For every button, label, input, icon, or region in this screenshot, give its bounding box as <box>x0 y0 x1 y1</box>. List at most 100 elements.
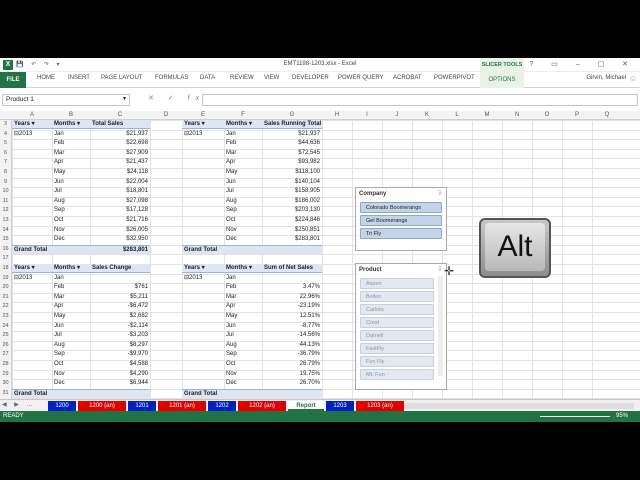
pivot-value[interactable]: $761 <box>90 283 150 292</box>
pivot-header[interactable]: Months ▾ <box>224 120 262 129</box>
pivot-month[interactable]: Feb <box>52 139 90 148</box>
column-header[interactable]: K <box>412 112 442 118</box>
pivot-header[interactable]: Sum of Net Sales <box>262 264 322 273</box>
slicer-item[interactable]: Mt. Fun <box>360 369 434 380</box>
slicer-item[interactable]: Fun Fly <box>360 356 434 367</box>
pivot-header[interactable]: Months ▾ <box>52 120 90 129</box>
pivot-month[interactable]: Apr <box>52 302 90 311</box>
pivot-value[interactable]: 22.96% <box>262 293 322 302</box>
pivot-value[interactable]: $283,801 <box>262 235 322 244</box>
row-header[interactable]: 9 <box>0 179 11 185</box>
row-header[interactable]: 8 <box>0 169 11 175</box>
slicer-item[interactable]: Aspen <box>360 278 434 289</box>
column-header[interactable]: E <box>182 112 224 118</box>
pivot-grand-total[interactable]: Grand Total <box>182 388 322 398</box>
name-box[interactable]: Product 1 ▾ <box>2 94 130 106</box>
pivot-value[interactable]: -14.56% <box>262 331 322 340</box>
sheet-tab[interactable]: 1201 (an) <box>158 401 206 411</box>
row-header[interactable]: 31 <box>0 390 11 396</box>
pivot-month[interactable]: Nov <box>52 226 90 235</box>
tab-formulas[interactable]: FORMULAS <box>155 75 188 81</box>
pivot-year[interactable]: ⊟2013 <box>182 130 224 139</box>
pivot-month[interactable]: Jan <box>52 130 90 139</box>
slicer-item[interactable]: Colorado Boomerangs <box>360 202 442 213</box>
pivot-value[interactable]: 12.51% <box>262 312 322 321</box>
pivot-value[interactable]: $21,937 <box>262 130 322 139</box>
chevron-down-icon[interactable]: ▾ <box>123 95 126 102</box>
pivot-month[interactable]: Jan <box>52 274 90 283</box>
slicer-item[interactable]: Crest <box>360 317 434 328</box>
tab-file[interactable]: FILE <box>0 72 26 88</box>
pivot-month[interactable]: Jun <box>52 322 90 331</box>
pivot-header[interactable]: Months ▾ <box>224 264 262 273</box>
pivot-month[interactable]: May <box>224 168 262 177</box>
column-header[interactable]: O <box>532 112 562 118</box>
pivot-value[interactable]: $224,846 <box>262 216 322 225</box>
pivot-month[interactable]: Feb <box>52 283 90 292</box>
slicer-item[interactable]: Gel Boomerangs <box>360 215 442 226</box>
pivot-value[interactable]: $6,944 <box>90 379 150 388</box>
row-header[interactable]: 26 <box>0 342 11 348</box>
row-header[interactable]: 18 <box>0 265 11 271</box>
tab-developer[interactable]: DEVELOPER <box>292 75 329 81</box>
pivot-month[interactable]: Jan <box>224 130 262 139</box>
pivot-month[interactable]: Mar <box>224 293 262 302</box>
pivot-month[interactable]: Jul <box>52 331 90 340</box>
sheet-tab[interactable]: 1200 <box>48 401 76 411</box>
row-header[interactable]: 29 <box>0 371 11 377</box>
pivot-value[interactable]: $26,005 <box>90 226 150 235</box>
tab-options[interactable]: OPTIONS <box>480 72 524 88</box>
formula-buttons[interactable]: ✕ ✓ fx <box>148 94 205 102</box>
pivot-month[interactable]: Jun <box>52 178 90 187</box>
sheet-tab[interactable]: 1202 <box>208 401 236 411</box>
pivot-month[interactable]: Jun <box>224 322 262 331</box>
sheet-tab[interactable]: 1202 (an) <box>238 401 286 411</box>
row-header[interactable]: 15 <box>0 236 11 242</box>
slicer-company[interactable]: Company ⊽ Colorado Boomerangs Gel Boomer… <box>355 187 447 251</box>
pivot-month[interactable]: Nov <box>224 370 262 379</box>
pivot-header[interactable]: Years ▾ <box>182 120 224 129</box>
pivot-month[interactable]: Feb <box>224 139 262 148</box>
pivot-value[interactable]: -8.77% <box>262 322 322 331</box>
tab-acrobat[interactable]: ACROBAT <box>393 75 422 81</box>
pivot-value[interactable]: $17,128 <box>90 206 150 215</box>
pivot-value[interactable]: $21,437 <box>90 158 150 167</box>
pivot-month[interactable]: Jun <box>224 178 262 187</box>
slicer-item[interactable]: FastFly <box>360 343 434 354</box>
pivot-header[interactable]: Years ▾ <box>12 264 52 273</box>
pivot-header[interactable]: Total Sales <box>90 120 150 129</box>
horizontal-scrollbar[interactable] <box>364 403 634 409</box>
pivot-header[interactable]: Sales Running Total <box>262 120 322 129</box>
pivot-value[interactable]: $22,004 <box>90 178 150 187</box>
slicer-item[interactable]: Tri Fly <box>360 228 442 239</box>
pivot-value[interactable]: $4,588 <box>90 360 150 369</box>
pivot-value[interactable]: $21,937 <box>90 130 150 139</box>
pivot-value[interactable]: -36.79% <box>262 350 322 359</box>
row-header[interactable]: 21 <box>0 294 11 300</box>
pivot-month[interactable]: Sep <box>52 350 90 359</box>
row-header[interactable]: 10 <box>0 188 11 194</box>
user-name[interactable]: Girvin, Michael <box>586 75 626 81</box>
row-header[interactable]: 3 <box>0 121 11 127</box>
row-header[interactable]: 5 <box>0 140 11 146</box>
pivot-header[interactable]: Years ▾ <box>182 264 224 273</box>
pivot-month[interactable]: Nov <box>52 370 90 379</box>
zoom-level[interactable]: 95% <box>616 413 628 419</box>
column-header[interactable]: Q <box>592 112 622 118</box>
pivot-month[interactable]: Sep <box>224 206 262 215</box>
column-header[interactable]: J <box>382 112 412 118</box>
slicer-item[interactable]: Bellen <box>360 291 434 302</box>
pivot-month[interactable]: Jan <box>224 274 262 283</box>
pivot-value[interactable]: 44.13% <box>262 341 322 350</box>
row-header[interactable]: 23 <box>0 313 11 319</box>
pivot-month[interactable]: Jul <box>224 187 262 196</box>
pivot-month[interactable]: Feb <box>224 283 262 292</box>
tab-power-query[interactable]: POWER QUERY <box>338 75 384 81</box>
sheet-tab[interactable]: 1201 <box>128 401 156 411</box>
pivot-value[interactable]: $72,545 <box>262 149 322 158</box>
slicer-scrollbar[interactable] <box>438 276 443 376</box>
pivot-month[interactable]: Aug <box>224 341 262 350</box>
pivot-month[interactable]: May <box>52 168 90 177</box>
tab-data[interactable]: DATA <box>200 75 215 81</box>
pivot-value[interactable]: $250,851 <box>262 226 322 235</box>
